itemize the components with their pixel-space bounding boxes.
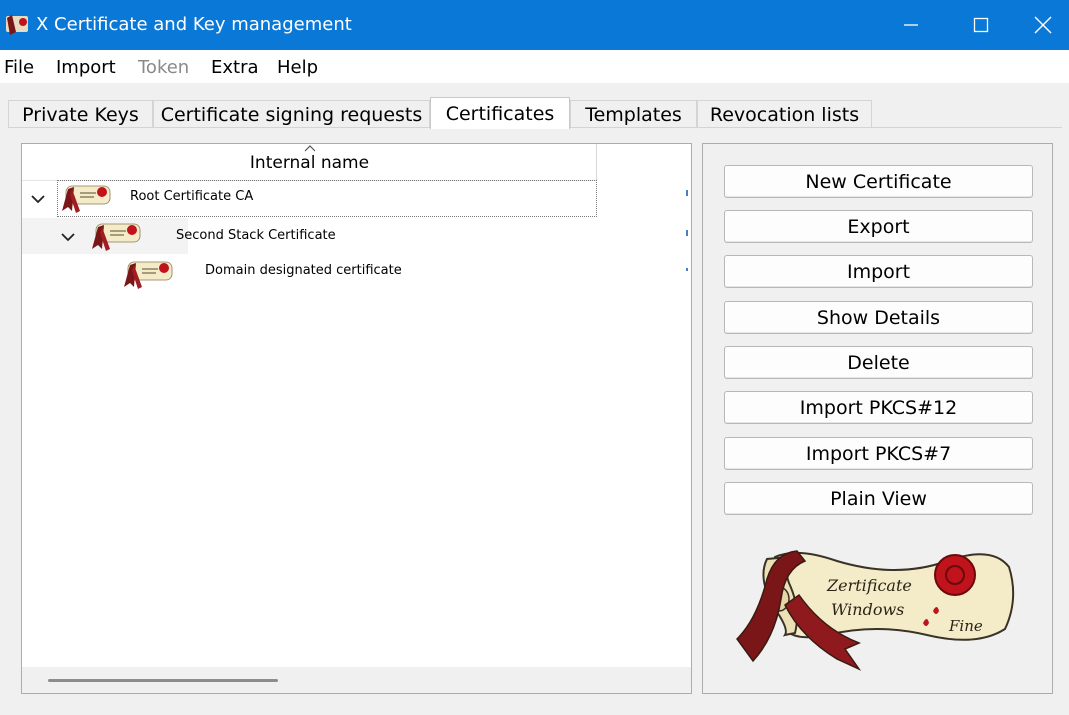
tree-row-label: Second Stack Certificate bbox=[176, 228, 336, 243]
tab-templates[interactable]: Templates bbox=[570, 100, 697, 128]
certificate-scroll-icon bbox=[92, 223, 141, 251]
menu-file[interactable]: File bbox=[4, 57, 34, 78]
column-edge-marker bbox=[686, 190, 688, 196]
tab-certificates[interactable]: Certificates bbox=[430, 97, 570, 129]
logo-text-line-3: Fine bbox=[948, 617, 983, 635]
sort-ascending-icon bbox=[304, 145, 316, 152]
tree-row-second-stack[interactable]: Second Stack Certificate bbox=[22, 218, 689, 254]
minimize-button[interactable] bbox=[876, 0, 946, 50]
show-details-button[interactable]: Show Details bbox=[724, 301, 1033, 334]
app-window: X Certificate and Key management File Im… bbox=[0, 0, 1069, 715]
tree-row-root[interactable]: Root Certificate CA bbox=[22, 180, 689, 216]
maximize-button[interactable] bbox=[946, 0, 1016, 50]
certificate-scroll-logo: Zertificate Windows Fine bbox=[736, 550, 1015, 671]
tab-certificate-signing-requests[interactable]: Certificate signing requests bbox=[153, 100, 430, 128]
tree-row-domain[interactable]: Domain designated certificate bbox=[22, 254, 689, 290]
menu-import[interactable]: Import bbox=[56, 57, 116, 78]
scrollbar-thumb[interactable] bbox=[48, 679, 278, 682]
certificate-scroll-icon bbox=[62, 185, 111, 213]
column-header-label: Internal name bbox=[249, 153, 370, 173]
import-button[interactable]: Import bbox=[724, 255, 1033, 288]
minimize-icon bbox=[904, 24, 918, 26]
import-pkcs7-button[interactable]: Import PKCS#7 bbox=[724, 437, 1033, 470]
menu-help[interactable]: Help bbox=[277, 57, 318, 78]
close-button[interactable] bbox=[1016, 0, 1069, 50]
certificate-tree[interactable]: Internal name Root Certificate CA Second… bbox=[21, 143, 692, 694]
window-title: X Certificate and Key management bbox=[36, 14, 352, 35]
menu-extra[interactable]: Extra bbox=[211, 57, 259, 78]
plain-view-button[interactable]: Plain View bbox=[724, 482, 1033, 515]
app-icon bbox=[6, 15, 28, 35]
column-edge-marker bbox=[686, 230, 688, 236]
action-button-group: New Certificate Export Import Show Detai… bbox=[702, 143, 1053, 694]
tab-bar: Private Keys Certificate signing request… bbox=[0, 83, 1069, 129]
close-icon bbox=[1034, 16, 1051, 34]
tree-row-label: Domain designated certificate bbox=[205, 263, 402, 278]
menu-bar: File Import Token Extra Help bbox=[0, 50, 1069, 83]
tab-private-keys[interactable]: Private Keys bbox=[8, 100, 153, 128]
chevron-down-icon[interactable] bbox=[60, 231, 76, 243]
tree-row-label: Root Certificate CA bbox=[130, 189, 254, 204]
maximize-icon bbox=[973, 17, 989, 33]
menu-token[interactable]: Token bbox=[138, 57, 189, 78]
horizontal-scrollbar[interactable] bbox=[22, 667, 691, 693]
title-bar[interactable]: X Certificate and Key management bbox=[0, 0, 1069, 50]
logo-text-line-2: Windows bbox=[831, 600, 904, 619]
import-pkcs12-button[interactable]: Import PKCS#12 bbox=[724, 391, 1033, 424]
column-header-internal-name[interactable]: Internal name bbox=[22, 144, 597, 181]
column-edge-marker bbox=[686, 268, 688, 271]
new-certificate-button[interactable]: New Certificate bbox=[724, 165, 1033, 198]
export-button[interactable]: Export bbox=[724, 210, 1033, 243]
certificate-scroll-icon bbox=[124, 261, 173, 289]
tab-revocation-lists[interactable]: Revocation lists bbox=[697, 100, 872, 128]
chevron-down-icon[interactable] bbox=[30, 193, 46, 205]
logo-text-line-1: Zertificate bbox=[826, 576, 912, 595]
delete-button[interactable]: Delete bbox=[724, 346, 1033, 379]
